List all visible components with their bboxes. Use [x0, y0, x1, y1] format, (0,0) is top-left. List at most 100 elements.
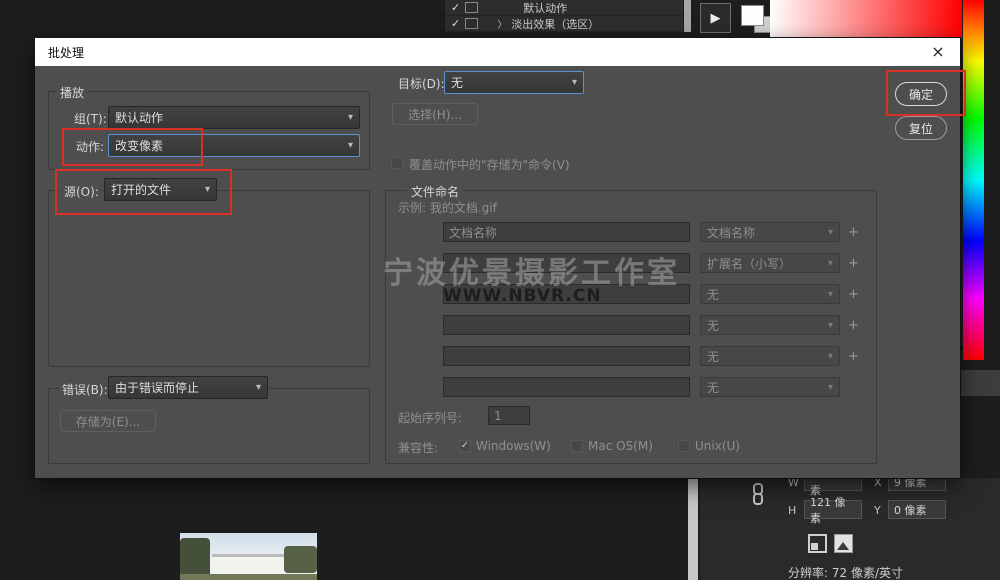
image-icon[interactable] — [834, 534, 853, 553]
action-row-set[interactable]: ✓ 默认动作 — [445, 0, 683, 16]
file-naming-example: 示例: 我的文档.gif — [398, 199, 497, 216]
destination-label: 目标(D): — [398, 75, 445, 92]
naming-field-6[interactable] — [443, 377, 690, 397]
serial-number-input[interactable] — [488, 406, 530, 425]
reset-button-label: 复位 — [909, 120, 933, 137]
save-as-button-label: 存储为(E)... — [76, 413, 140, 430]
highlight-source-annotation — [55, 169, 232, 215]
color-field[interactable] — [770, 0, 962, 38]
reset-button[interactable]: 复位 — [895, 116, 947, 140]
source-groupbox — [48, 190, 370, 367]
naming-select-5[interactable]: 无 ▾ — [700, 346, 840, 366]
actions-scrollbar[interactable] — [684, 0, 691, 32]
link-dimensions-icon[interactable] — [753, 483, 765, 509]
play-group-legend: 播放 — [56, 84, 88, 101]
naming-field-1[interactable] — [443, 222, 690, 242]
action-set-label: 组(T): — [74, 110, 107, 127]
play-icon: ▶ — [711, 11, 721, 26]
play-button[interactable]: ▶ — [700, 3, 731, 33]
height-value: 121 像素 — [810, 494, 856, 526]
chevron-down-icon: ▾ — [828, 320, 833, 331]
chevron-down-icon: ▾ — [348, 140, 353, 151]
plus-icon: + — [848, 349, 859, 364]
house-photo-thumbnail[interactable] — [180, 533, 317, 580]
naming-select-1[interactable]: 文档名称 ▾ — [700, 222, 840, 242]
dialog-title: 批处理 — [48, 44, 84, 61]
plus-icon: + — [848, 225, 859, 240]
save-as-button[interactable]: 存储为(E)... — [60, 410, 156, 432]
dialog-toggle-icon[interactable] — [465, 2, 478, 13]
choose-button[interactable]: 选择(H)... — [392, 103, 478, 125]
file-naming-legend: 文件命名 — [407, 183, 463, 200]
naming-select-3-value: 无 — [707, 286, 824, 303]
destination-select[interactable]: 无 ▾ — [444, 71, 584, 94]
y-field[interactable]: 0 像素 — [888, 500, 946, 519]
naming-field-5[interactable] — [443, 346, 690, 366]
dialog-toggle-icon[interactable] — [465, 18, 478, 29]
action-row-item[interactable]: ✓ 〉 淡出效果（选区） — [445, 16, 683, 32]
chevron-down-icon: ▾ — [828, 258, 833, 269]
hue-strip[interactable] — [963, 0, 984, 360]
naming-select-2-value: 扩展名（小写） — [707, 255, 824, 272]
serial-number-label: 起始序列号: — [398, 409, 462, 426]
naming-field-4[interactable] — [443, 315, 690, 335]
chevron-down-icon: ▾ — [348, 112, 353, 123]
chevron-down-icon: ▾ — [828, 289, 833, 300]
compat-windows-label: Windows(W) — [476, 439, 551, 453]
action-set-value: 默认动作 — [115, 109, 344, 126]
chevron-down-icon: ▾ — [828, 382, 833, 393]
naming-select-4[interactable]: 无 ▾ — [700, 315, 840, 335]
naming-select-6-value: 无 — [707, 379, 824, 396]
error-select[interactable]: 由于错误而停止 ▾ — [108, 376, 268, 399]
naming-select-1-value: 文档名称 — [707, 224, 824, 241]
y-value: 0 像素 — [894, 502, 927, 518]
action-set-select[interactable]: 默认动作 ▾ — [108, 106, 360, 129]
plus-icon: + — [848, 287, 859, 302]
foreground-color-swatch[interactable] — [741, 5, 764, 26]
compat-unix-checkbox[interactable] — [678, 440, 690, 452]
override-save-as-checkbox[interactable] — [391, 157, 403, 169]
error-label: 错误(B): — [58, 381, 112, 398]
chevron-down-icon: ▾ — [256, 382, 261, 393]
check-icon[interactable]: ✓ — [451, 1, 460, 14]
photoshop-app: ✓ 默认动作 ✓ 〉 淡出效果（选区） ▶ W 200 像素 X — [0, 0, 1000, 580]
thumbnail-grass — [180, 574, 317, 580]
resolution-text: 分辨率: 72 像素/英寸 — [788, 564, 903, 580]
compatibility-label: 兼容性: — [398, 439, 438, 456]
watermark-website: WWW.NBVR.CN — [443, 286, 602, 306]
height-label: H — [788, 504, 796, 517]
canvas-icon[interactable] — [808, 534, 827, 553]
highlight-ok-annotation — [886, 70, 966, 116]
error-value: 由于错误而停止 — [115, 379, 252, 396]
destination-value: 无 — [451, 74, 568, 91]
check-icon: ✓ — [461, 440, 469, 451]
actions-panel: ✓ 默认动作 ✓ 〉 淡出效果（选区） — [445, 0, 683, 32]
naming-select-5-value: 无 — [707, 348, 824, 365]
naming-select-2[interactable]: 扩展名（小写） ▾ — [700, 253, 840, 273]
action-item-label[interactable]: 淡出效果（选区） — [511, 16, 599, 32]
choose-button-label: 选择(H)... — [408, 106, 462, 123]
naming-select-4-value: 无 — [707, 317, 824, 334]
naming-select-3[interactable]: 无 ▾ — [700, 284, 840, 304]
compat-windows-checkbox[interactable]: ✓ — [459, 440, 471, 452]
chevron-down-icon: ▾ — [828, 227, 833, 238]
compat-macos-label: Mac OS(M) — [588, 439, 653, 453]
naming-select-6[interactable]: 无 ▾ — [700, 377, 840, 397]
y-label: Y — [874, 504, 881, 517]
highlight-action-annotation — [62, 128, 203, 166]
chevron-down-icon: ▾ — [828, 351, 833, 362]
panel-scrollbar[interactable] — [688, 478, 698, 580]
close-icon[interactable]: × — [929, 44, 947, 60]
dialog-titlebar[interactable]: 批处理 × — [35, 38, 960, 66]
check-icon[interactable]: ✓ — [451, 17, 460, 30]
compat-macos-checkbox[interactable] — [571, 440, 583, 452]
properties-panel: W 200 像素 X 9 像素 H 121 像素 Y 0 像素 分辨率: 72 … — [700, 478, 1000, 580]
height-field[interactable]: 121 像素 — [804, 500, 862, 519]
chevron-down-icon: ▾ — [572, 77, 577, 88]
compat-unix-label: Unix(U) — [695, 439, 740, 453]
plus-icon: + — [848, 318, 859, 333]
action-set-label[interactable]: 默认动作 — [523, 0, 567, 16]
thumbnail-house — [212, 554, 284, 573]
thumbnail-tree-right — [284, 546, 317, 573]
chevron-right-icon[interactable]: 〉 — [497, 16, 507, 31]
